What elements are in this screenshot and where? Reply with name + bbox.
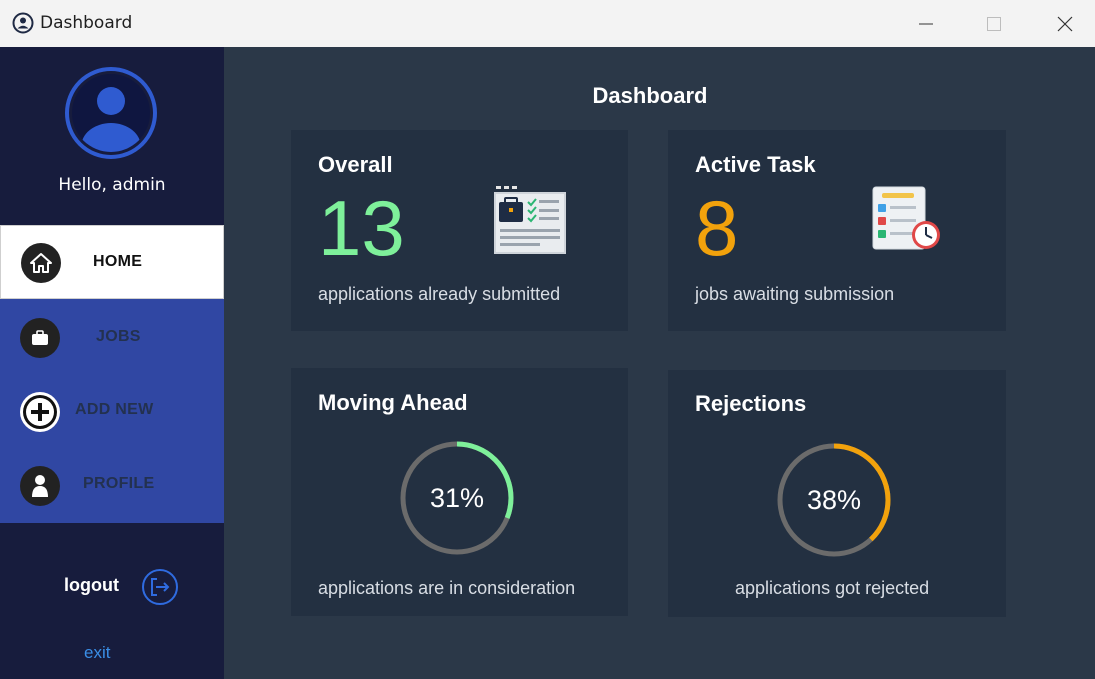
sidebar-item-profile[interactable]: PROFILE bbox=[0, 449, 224, 523]
sidebar: Hello, admin HOME JOBS ADD NEW PROFILE l… bbox=[0, 47, 224, 679]
close-button[interactable] bbox=[1042, 0, 1088, 47]
logout-icon bbox=[142, 569, 178, 605]
card-subtitle: applications already submitted bbox=[318, 284, 561, 304]
sidebar-nav: HOME JOBS ADD NEW PROFILE bbox=[0, 225, 224, 523]
overall-card: Overall 13 applications already submitte… bbox=[291, 130, 628, 331]
exit-link[interactable]: exit bbox=[84, 643, 110, 663]
maximize-button[interactable] bbox=[971, 0, 1017, 47]
sidebar-item-label: JOBS bbox=[96, 328, 141, 345]
page-title: Dashboard bbox=[592, 83, 708, 108]
card-title: Rejections bbox=[695, 391, 807, 416]
rejections-card: Rejections 38% applications got rejected bbox=[668, 370, 1006, 617]
overall-count: 13 bbox=[318, 184, 405, 272]
greeting-text: Hello, admin bbox=[58, 175, 166, 195]
logout-label: logout bbox=[64, 575, 119, 595]
sidebar-item-jobs[interactable]: JOBS bbox=[0, 301, 224, 375]
active-task-count: 8 bbox=[695, 184, 739, 272]
job-application-icon bbox=[494, 186, 566, 254]
card-title: Moving Ahead bbox=[318, 390, 468, 415]
logout-button[interactable]: logout bbox=[0, 562, 224, 612]
card-subtitle: applications got rejected bbox=[735, 578, 930, 598]
rejections-progress-ring: 38% bbox=[774, 440, 894, 560]
sidebar-item-home[interactable]: HOME bbox=[0, 225, 224, 299]
window-title: Dashboard bbox=[40, 13, 133, 33]
rejections-percent: 38% bbox=[806, 484, 862, 515]
user-icon bbox=[20, 466, 60, 506]
close-icon bbox=[1057, 16, 1073, 31]
sidebar-item-label: HOME bbox=[93, 253, 143, 270]
maximize-icon bbox=[987, 16, 1001, 31]
home-icon bbox=[21, 243, 61, 283]
sidebar-item-label: PROFILE bbox=[83, 475, 155, 492]
moving-ahead-percent: 31% bbox=[429, 482, 485, 513]
briefcase-icon bbox=[20, 318, 60, 358]
sidebar-item-label: ADD NEW bbox=[75, 401, 154, 418]
title-bar[interactable]: Dashboard bbox=[0, 0, 1095, 48]
plus-icon bbox=[20, 392, 60, 432]
main-content: Dashboard Overall 13 applications alread… bbox=[224, 47, 1095, 679]
task-clock-icon bbox=[872, 186, 940, 250]
card-title: Active Task bbox=[695, 152, 816, 177]
app-user-icon bbox=[12, 12, 34, 34]
moving-ahead-card: Moving Ahead 31% applications are in con… bbox=[291, 368, 628, 616]
sidebar-item-add-new[interactable]: ADD NEW bbox=[0, 375, 224, 449]
minimize-icon bbox=[919, 23, 933, 24]
minimize-button[interactable] bbox=[903, 0, 949, 47]
app-window: Dashboard Hello, admin HOME JOBS ADD NEW… bbox=[0, 0, 1095, 679]
card-subtitle: applications are in consideration bbox=[318, 578, 576, 598]
card-subtitle: jobs awaiting submission bbox=[695, 284, 895, 304]
moving-ahead-progress-ring: 31% bbox=[397, 438, 517, 558]
active-task-card: Active Task 8 jobs awaiting submission bbox=[668, 130, 1006, 331]
avatar bbox=[65, 67, 157, 159]
card-title: Overall bbox=[318, 152, 393, 177]
